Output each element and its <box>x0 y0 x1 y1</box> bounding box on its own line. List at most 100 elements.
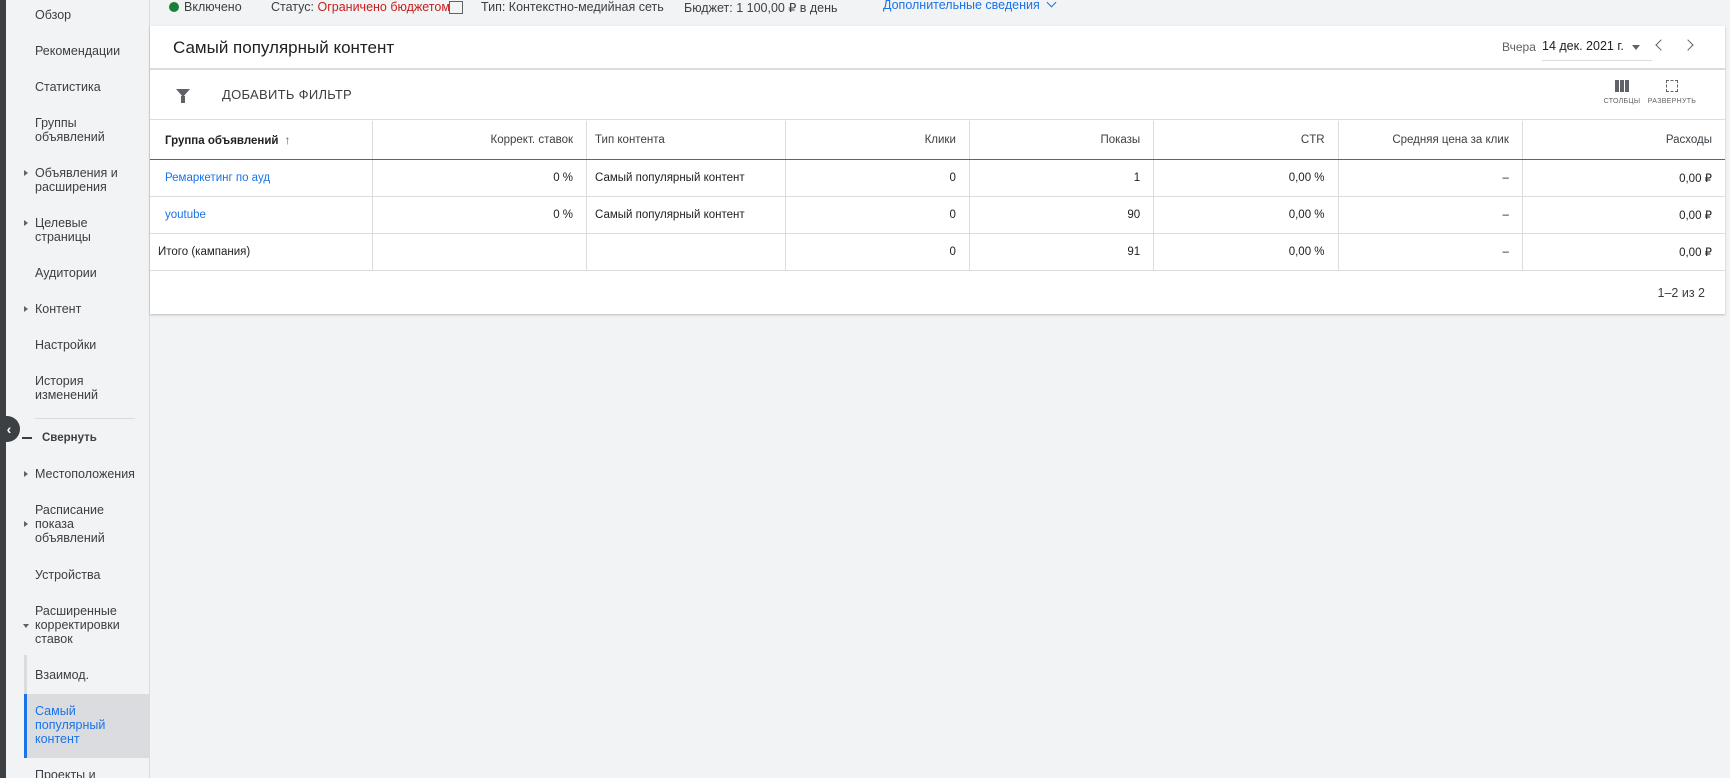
table-cell: 90 <box>969 196 1155 234</box>
sidebar-item-label: Группы объявлений <box>35 116 105 144</box>
column-header-ctr[interactable]: CTR <box>1153 121 1339 160</box>
total-label: Итого (кампания) <box>150 233 374 271</box>
columns-icon <box>1615 80 1629 92</box>
ad-group-link[interactable]: Ремаркетинг по ауд <box>150 159 374 197</box>
sidebar-item-top-content[interactable]: Самый популярный контент <box>24 694 150 758</box>
chevron-right-icon[interactable] <box>1682 39 1694 51</box>
more-details-link[interactable]: Дополнительные сведения <box>883 0 1057 12</box>
table-header-row: Группа объявлений ↑ Коррект. ставок Тип к… <box>150 121 1725 160</box>
table-cell: – <box>1338 159 1523 197</box>
table-cell: 0 <box>785 159 970 197</box>
type-field: Тип: Контекстно-медийная сеть <box>481 0 664 14</box>
column-header-avg-cpc[interactable]: Средняя цена за клик <box>1338 121 1523 160</box>
table-cell: Самый популярный контент <box>586 159 786 197</box>
sidebar-item-label: Самый популярный контент <box>35 704 106 746</box>
status-value: Ограничено бюджетом <box>317 0 450 14</box>
table-cell: 91 <box>969 233 1155 271</box>
minus-icon <box>22 436 32 439</box>
caret-right-icon <box>24 471 28 477</box>
budget-field: Бюджет: 1 100,00 ₽ в день <box>684 0 838 15</box>
total-row: Итого (кампания) 0 91 0,00 % – 0,00 ₽ <box>150 233 1725 271</box>
sort-up-arrow-icon: ↑ <box>284 132 291 147</box>
caret-right-icon <box>24 306 28 312</box>
chart-icon[interactable] <box>449 1 463 14</box>
table-cell: – <box>1338 196 1523 234</box>
fullscreen-icon <box>1666 80 1678 92</box>
table-row: Ремаркетинг по ауд 0 % Самый популярный … <box>150 159 1725 197</box>
sidebar-item-label: Взаимод. <box>35 668 90 682</box>
chevron-left-icon[interactable] <box>1655 39 1667 51</box>
ad-group-link[interactable]: youtube <box>150 196 374 234</box>
status-label: Статус: <box>271 0 314 14</box>
column-header-impressions[interactable]: Показы <box>969 121 1155 160</box>
sidebar-divider <box>35 418 135 419</box>
column-header-content-type[interactable]: Тип контента <box>586 121 786 160</box>
sidebar-item-label: Контент <box>35 302 82 316</box>
type-label: Тип: <box>481 0 506 14</box>
table-cell: 0 <box>785 196 970 234</box>
collapse-label: Свернуть <box>42 432 97 444</box>
status-field: Статус: Ограничено бюджетом <box>271 0 450 14</box>
table-cell: 0 <box>785 233 970 271</box>
active-indicator <box>24 694 27 758</box>
caret-right-icon <box>24 170 28 176</box>
column-header-bid-adj[interactable]: Коррект. ставок <box>372 121 588 160</box>
expand-button[interactable]: РАЗВЕРНУТЬ <box>1647 80 1697 105</box>
more-details-label: Дополнительные сведения <box>883 0 1040 12</box>
columns-label: СТОЛБЦЫ <box>1603 98 1641 105</box>
column-header-clicks[interactable]: Клики <box>785 121 970 160</box>
caret-down-icon <box>23 624 29 628</box>
sidebar-item-label: Объявления и расширения <box>35 166 118 194</box>
table-cell: 0,00 ₽ <box>1522 159 1725 197</box>
sidebar-item-label: Настройки <box>35 338 97 352</box>
table-cell: 1 <box>969 159 1155 197</box>
caret-right-icon <box>24 521 28 527</box>
table-toolbar: ДОБАВИТЬ ФИЛЬТР СТОЛБЦЫ РАЗВЕРНУТЬ <box>150 72 1725 120</box>
type-value: Контекстно-медийная сеть <box>508 0 664 14</box>
sidebar-item-label: Расширенные корректировки ставок <box>35 604 120 646</box>
sidebar-item-label: Аудитории <box>35 266 97 280</box>
expand-label: РАЗВЕРНУТЬ <box>1647 98 1697 105</box>
sidebar-item-label: Статистика <box>35 80 101 94</box>
card-header: Самый популярный контент Вчера 14 дек. 2… <box>150 26 1725 70</box>
column-header-ad-group[interactable]: Группа объявлений ↑ <box>150 121 374 160</box>
column-header-label: Группа объявлений <box>165 134 279 147</box>
sidebar: Обзор Рекомендации Статистика Группы объ… <box>6 0 150 778</box>
dropdown-arrow-icon[interactable] <box>1632 45 1640 50</box>
budget-value: 1 100,00 ₽ в день <box>736 1 838 15</box>
filter-icon[interactable] <box>176 89 190 103</box>
pagination-status: 1–2 из 2 <box>1657 286 1705 300</box>
sidebar-item-label: Проекты и <box>35 768 96 778</box>
table-cell: 0 % <box>372 159 588 197</box>
enabled-dot-icon <box>169 2 179 12</box>
sidebar-item-label: Устройства <box>35 568 101 582</box>
chevron-left-icon: ‹ <box>6 421 12 437</box>
columns-button[interactable]: СТОЛБЦЫ <box>1597 80 1647 105</box>
sidebar-item-label: Местоположения <box>35 467 135 481</box>
date-range-select[interactable]: 14 дек. 2021 г. <box>1542 39 1652 61</box>
content-table: Группа объявлений ↑ Коррект. ставок Тип к… <box>150 121 1725 271</box>
collapse-section-button[interactable]: Свернуть <box>22 432 97 444</box>
table-cell: 0,00 % <box>1153 196 1339 234</box>
table-row: youtube 0 % Самый популярный контент 0 9… <box>150 196 1725 234</box>
caret-right-icon <box>24 220 28 226</box>
page-title: Самый популярный контент <box>173 38 395 57</box>
sidebar-item-label: Целевые страницы <box>35 216 91 244</box>
table-cell: 0,00 ₽ <box>1522 233 1725 271</box>
column-header-cost[interactable]: Расходы <box>1522 121 1725 160</box>
table-cell <box>372 233 588 271</box>
table-cell: – <box>1338 233 1523 271</box>
top-content-card: Самый популярный контент Вчера 14 дек. 2… <box>150 26 1725 314</box>
budget-label: Бюджет: <box>684 1 733 15</box>
table-cell: 0 % <box>372 196 588 234</box>
status-state[interactable]: Включено <box>184 0 242 14</box>
sidebar-item-label: Расписание показа объявлений <box>35 503 105 545</box>
date-range-label: Вчера <box>1502 40 1536 54</box>
campaign-status-bar: Включено Статус: Ограничено бюджетом Тип… <box>150 0 1730 24</box>
sidebar-item-label: Рекомендации <box>35 44 121 58</box>
sidebar-item-label: Обзор <box>35 8 72 22</box>
table-cell: 0,00 ₽ <box>1522 196 1725 234</box>
add-filter-button[interactable]: ДОБАВИТЬ ФИЛЬТР <box>222 87 352 102</box>
table-cell: Самый популярный контент <box>586 196 786 234</box>
table-cell: 0,00 % <box>1153 159 1339 197</box>
